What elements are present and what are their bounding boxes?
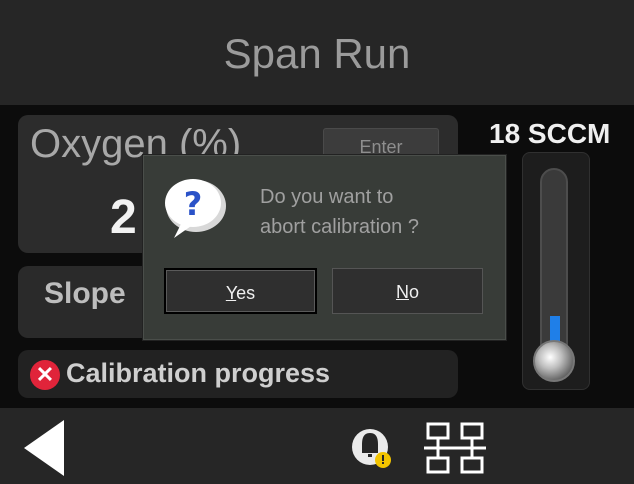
bottom-bar	[0, 408, 634, 484]
yes-label-rest: es	[236, 283, 256, 303]
bell-alert-icon[interactable]	[350, 423, 394, 473]
error-x-icon: ✕	[30, 360, 60, 390]
svg-text:?: ?	[184, 185, 203, 223]
no-button[interactable]: No	[332, 268, 483, 314]
yes-mnemonic: Y	[225, 283, 237, 303]
no-label-rest: o	[408, 282, 419, 302]
yes-button[interactable]: Yes	[164, 268, 317, 314]
dialog-message-line2: abort calibration ?	[260, 216, 419, 238]
question-bubble-icon: ?	[165, 179, 226, 238]
dialog-message: Do you want to abort calibration ?	[260, 182, 419, 242]
network-icon[interactable]	[422, 420, 488, 476]
back-arrow-icon[interactable]	[20, 418, 70, 478]
page-title: Span Run	[223, 30, 411, 77]
dialog-message-line1: Do you want to	[260, 186, 394, 208]
no-mnemonic: N	[395, 282, 409, 302]
calibration-progress-label: Calibration progress	[66, 358, 331, 388]
flow-gauge-knob	[533, 340, 575, 382]
oxygen-value: 2	[110, 191, 137, 244]
flow-label: 18 SCCM	[489, 118, 611, 149]
slope-label: Slope	[44, 277, 126, 310]
